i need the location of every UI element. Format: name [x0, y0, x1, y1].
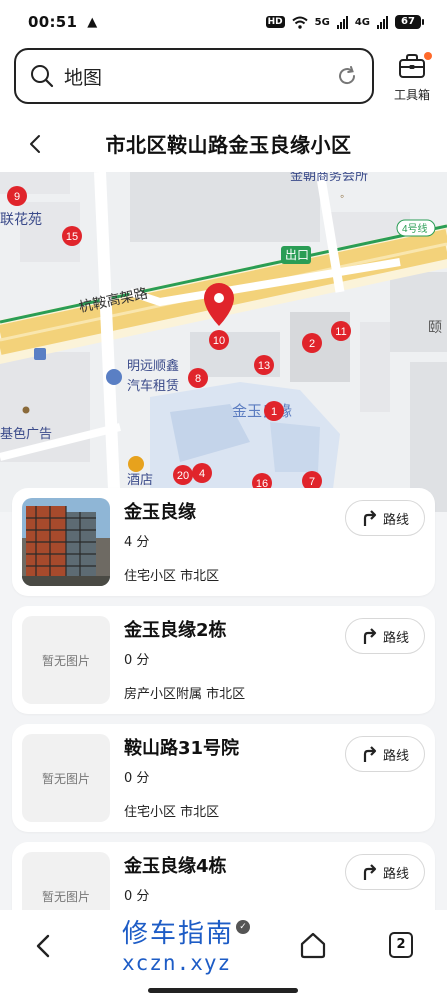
status-bar: 00:51 ▲ HD 5G 4G 67: [0, 0, 447, 44]
toolbox-button[interactable]: 工具箱: [386, 52, 438, 103]
title-bar: 市北区鞍山路金玉良缘小区: [0, 114, 447, 172]
bank-icon: [34, 348, 46, 360]
map-label-jisela: 基色广告: [0, 426, 52, 441]
place-score: 4 分: [124, 535, 150, 550]
place-photo: [22, 498, 110, 586]
bottom-navigation: 修车指南 xczn.xyz ✓ 2: [0, 910, 447, 1000]
svg-text:8: 8: [195, 373, 201, 385]
map-marker[interactable]: 2: [302, 333, 322, 353]
watermark: 修车指南 xczn.xyz: [122, 918, 234, 976]
watermark-en: xczn.xyz: [122, 951, 232, 975]
route-button[interactable]: 路线: [345, 618, 425, 654]
building-photo: [22, 498, 110, 586]
search-query-text: 地图: [64, 66, 103, 89]
map-marker[interactable]: 4: [192, 463, 212, 483]
route-icon: [363, 746, 377, 762]
place-score: 0 分: [124, 889, 150, 904]
place-score: 0 分: [124, 771, 150, 786]
route-icon: [363, 864, 377, 880]
network-5g-label: 5G: [314, 16, 330, 28]
check-badge-icon: ✓: [236, 920, 250, 934]
wifi-icon: [292, 16, 308, 29]
map-marker[interactable]: 8: [188, 368, 208, 388]
signal-icon-2: [377, 15, 388, 29]
no-image-placeholder: 暂无图片: [22, 616, 110, 704]
hd-badge: HD: [265, 16, 285, 28]
status-indicators: HD 5G 4G 67: [265, 15, 424, 29]
route-button[interactable]: 路线: [345, 854, 425, 890]
hotel-icon: [128, 456, 144, 472]
refresh-icon[interactable]: [336, 65, 358, 87]
result-card[interactable]: 暂无图片 金玉良缘2栋 0 分 房产小区附属 市北区 路线: [12, 606, 435, 714]
map-label-rental: 汽车租赁: [127, 378, 179, 393]
route-button[interactable]: 路线: [345, 736, 425, 772]
place-name: 鞍山路31号院: [124, 738, 240, 759]
svg-text:7: 7: [309, 476, 315, 488]
notification-dot: [424, 52, 432, 60]
svg-text:9: 9: [14, 191, 20, 203]
svg-text:10: 10: [213, 335, 225, 347]
place-name: 金玉良缘4栋: [124, 856, 227, 877]
map-marker[interactable]: 9: [7, 186, 27, 206]
route-label: 路线: [382, 866, 409, 882]
network-4g-label: 4G: [354, 16, 370, 28]
map-marker[interactable]: 1: [264, 401, 284, 421]
back-icon[interactable]: [24, 132, 48, 156]
search-area: 地图 工具箱: [0, 44, 447, 114]
map-marker[interactable]: 20: [173, 465, 193, 485]
search-icon: [31, 65, 54, 88]
svg-text:15: 15: [66, 231, 78, 243]
svg-text:1: 1: [271, 406, 277, 418]
tabs-button[interactable]: 2: [389, 932, 413, 958]
map-label-hotel: 酒店: [127, 472, 153, 487]
place-tags: 住宅小区 市北区: [124, 569, 220, 584]
place-score: 0 分: [124, 653, 150, 668]
route-button[interactable]: 路线: [345, 500, 425, 536]
home-icon[interactable]: [298, 930, 328, 960]
map-marker[interactable]: 15: [62, 226, 82, 246]
svg-text:11: 11: [335, 326, 346, 338]
battery-icon: 67: [395, 15, 424, 29]
signal-icon-1: [336, 15, 348, 29]
place-name: 金玉良缘2栋: [124, 620, 227, 641]
place-name: 金玉良缘: [124, 502, 196, 523]
map-label-mingyuan: 明远顺鑫: [127, 358, 179, 373]
nav-back-icon[interactable]: [32, 932, 56, 960]
car-rental-icon: [106, 369, 122, 385]
no-image-placeholder: 暂无图片: [22, 734, 110, 822]
map-canvas[interactable]: 联花苑 金朝商务会所 ◦ 杭鞍高架路 出口 4号线 颐 明远顺鑫 汽车租赁 金玉…: [0, 172, 447, 512]
map-place-icon: ◦: [340, 189, 344, 203]
place-tags: 房产小区附属 市北区: [124, 687, 246, 702]
poi-dot-icon: [22, 406, 30, 414]
route-label: 路线: [382, 512, 409, 528]
place-tags: 住宅小区 市北区: [124, 805, 220, 820]
result-card[interactable]: 金玉良缘 4 分 住宅小区 市北区 路线: [12, 488, 435, 596]
svg-text:13: 13: [258, 360, 270, 372]
warning-icon: ▲: [87, 14, 98, 30]
map-label-lianhuayuan: 联花苑: [0, 211, 42, 227]
map-label-metro: 4号线: [402, 222, 428, 235]
route-label: 路线: [382, 630, 409, 646]
svg-text:2: 2: [309, 338, 315, 350]
map-label-yi: 颐: [428, 319, 442, 335]
page-title: 市北区鞍山路金玉良缘小区: [105, 132, 352, 157]
toolbox-icon: [399, 54, 425, 78]
route-icon: [363, 510, 377, 526]
svg-text:20: 20: [177, 470, 189, 482]
route-icon: [363, 628, 377, 644]
result-card[interactable]: 暂无图片 鞍山路31号院 0 分 住宅小区 市北区 路线: [12, 724, 435, 832]
map-label-jinchao: 金朝商务会所: [290, 172, 368, 183]
svg-text:4: 4: [199, 468, 205, 480]
watermark-cn: 修车指南: [122, 919, 235, 949]
search-input[interactable]: 地图: [14, 48, 374, 104]
status-time: 00:51: [28, 13, 78, 31]
map-view[interactable]: 联花苑 金朝商务会所 ◦ 杭鞍高架路 出口 4号线 颐 明远顺鑫 汽车租赁 金玉…: [0, 172, 447, 512]
gesture-bar[interactable]: [148, 988, 298, 993]
map-marker[interactable]: 11: [331, 321, 351, 341]
toolbox-label: 工具箱: [393, 88, 430, 102]
map-marker[interactable]: 13: [254, 355, 274, 375]
route-label: 路线: [382, 748, 409, 764]
map-label-exit: 出口: [285, 248, 309, 262]
